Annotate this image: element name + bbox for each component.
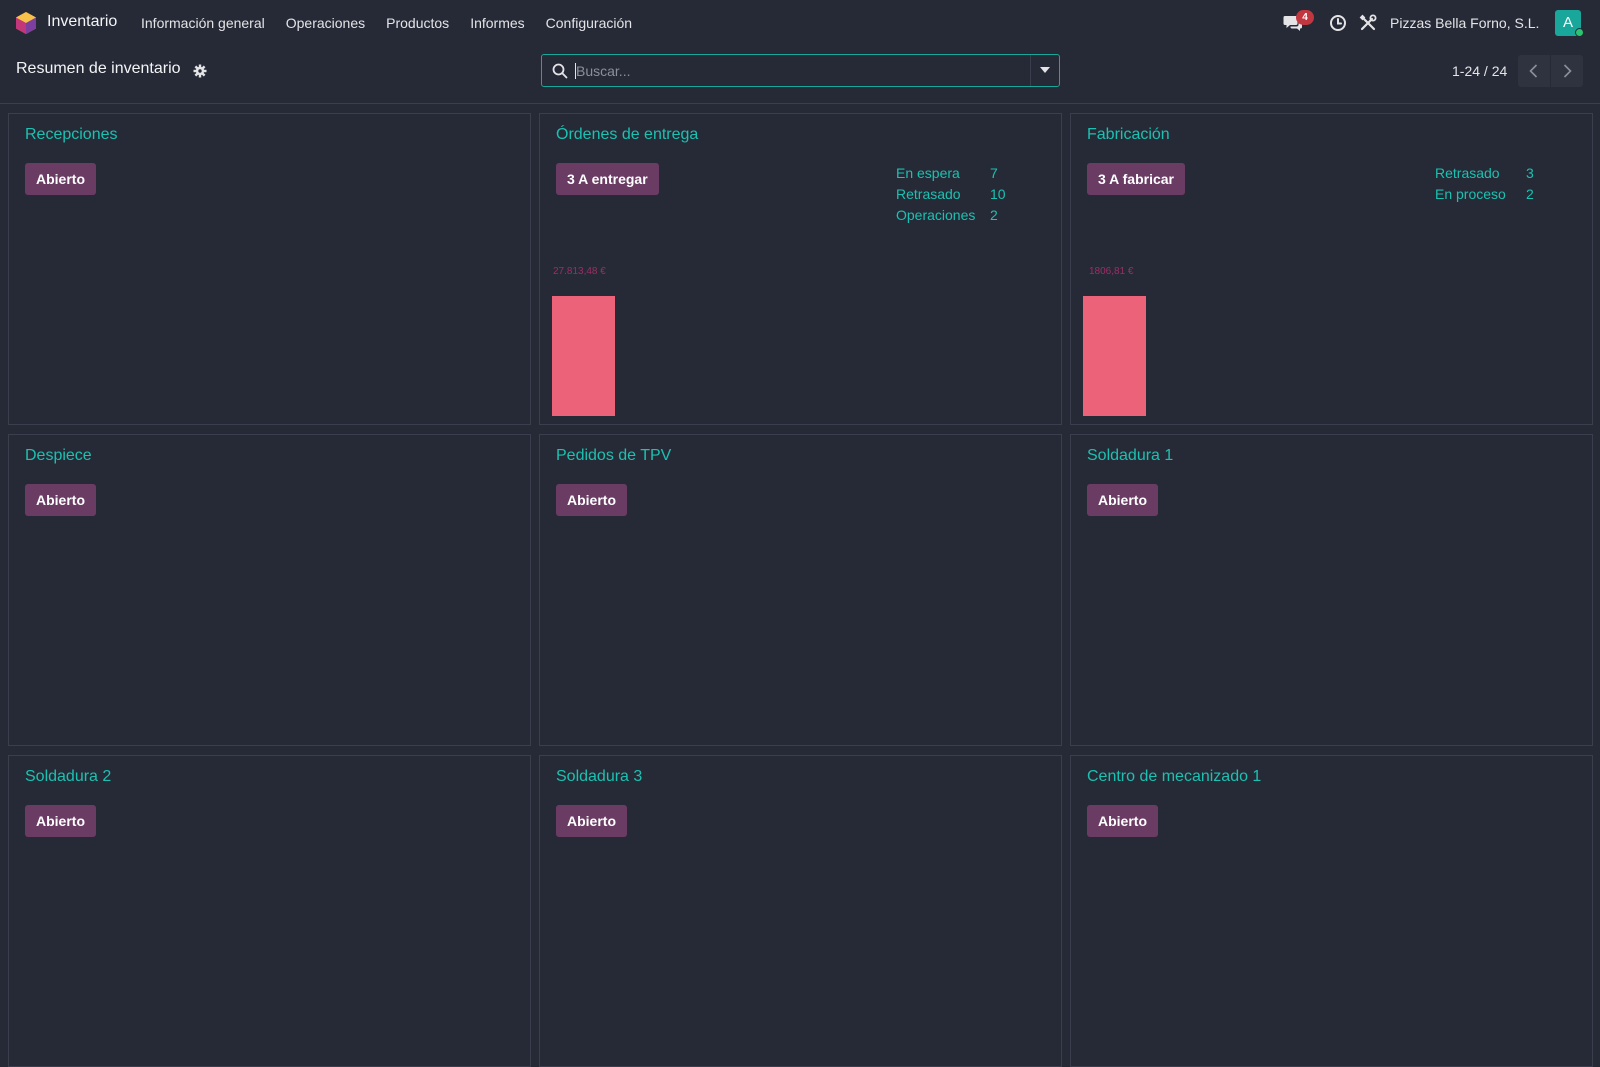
stat-label: En proceso xyxy=(1435,186,1506,202)
text-cursor xyxy=(575,63,576,79)
menu-item-reports[interactable]: Informes xyxy=(470,15,524,31)
tools-icon[interactable] xyxy=(1359,14,1377,32)
card-title[interactable]: Soldadura 2 xyxy=(25,768,111,786)
stat-label: Operaciones xyxy=(896,207,976,223)
card-stats: Retrasado 3 En proceso 2 xyxy=(1435,165,1534,207)
card-title[interactable]: Soldadura 3 xyxy=(556,768,642,786)
card-title[interactable]: Fabricación xyxy=(1087,126,1170,144)
page-title: Resumen de inventario xyxy=(16,60,181,77)
pager-previous-button[interactable] xyxy=(1518,55,1550,87)
open-button[interactable]: Abierto xyxy=(25,484,96,516)
stat-value: 10 xyxy=(990,186,1006,202)
open-button[interactable]: Abierto xyxy=(25,805,96,837)
kanban-card-manufacturing: Fabricación 3 A fabricar Retrasado 3 En … xyxy=(1070,113,1593,425)
stat-value: 7 xyxy=(990,165,998,181)
card-stats: En espera 7 Retrasado 10 Operaciones 2 xyxy=(896,165,1006,228)
open-button[interactable]: Abierto xyxy=(25,163,96,195)
top-navbar: Inventario Información general Operacion… xyxy=(0,0,1600,46)
gear-icon[interactable] xyxy=(193,64,207,78)
caret-down-icon xyxy=(1040,67,1050,73)
kanban-card-welding-1: Soldadura 1 Abierto xyxy=(1070,434,1593,746)
stat-value: 2 xyxy=(1526,186,1534,202)
kanban-card-machining-center-1: Centro de mecanizado 1 Abierto xyxy=(1070,755,1593,1067)
app-name[interactable]: Inventario xyxy=(47,13,117,31)
open-button[interactable]: Abierto xyxy=(556,484,627,516)
graph-bar[interactable] xyxy=(1083,296,1146,416)
kanban-card-welding-2: Soldadura 2 Abierto xyxy=(8,755,531,1067)
card-title[interactable]: Órdenes de entrega xyxy=(556,126,698,144)
open-button[interactable]: Abierto xyxy=(1087,484,1158,516)
menu-item-operations[interactable]: Operaciones xyxy=(286,15,365,31)
stat-label: Retrasado xyxy=(1435,165,1500,181)
online-status-dot xyxy=(1575,28,1584,37)
card-graph: 1806,81 € xyxy=(1083,266,1383,416)
kanban-card-welding-3: Soldadura 3 Abierto xyxy=(539,755,1062,1067)
kanban-card-unbuild: Despiece Abierto xyxy=(8,434,531,746)
search-options-toggle[interactable] xyxy=(1030,55,1059,86)
bar-value-label: 1806,81 € xyxy=(1089,266,1134,277)
card-title[interactable]: Recepciones xyxy=(25,126,118,144)
stat-row-operations[interactable]: Operaciones 2 xyxy=(896,207,1006,228)
card-title[interactable]: Despiece xyxy=(25,447,92,465)
stat-label: Retrasado xyxy=(896,186,961,202)
kanban-card-pos-orders: Pedidos de TPV Abierto xyxy=(539,434,1062,746)
kanban-card-receipts: Recepciones Abierto xyxy=(8,113,531,425)
chat-badge: 4 xyxy=(1296,10,1314,25)
search-icon xyxy=(552,63,568,79)
search-input[interactable] xyxy=(576,55,1016,86)
graph-bar[interactable] xyxy=(552,296,615,416)
operation-types-kanban: Recepciones Abierto Órdenes de entrega 3… xyxy=(8,113,1593,1067)
card-title[interactable]: Soldadura 1 xyxy=(1087,447,1173,465)
bar-value-label: 27.813,48 € xyxy=(553,266,606,277)
clock-icon[interactable] xyxy=(1329,14,1347,32)
open-button[interactable]: Abierto xyxy=(556,805,627,837)
card-title[interactable]: Centro de mecanizado 1 xyxy=(1087,768,1261,786)
kanban-card-delivery-orders: Órdenes de entrega 3 A entregar En esper… xyxy=(539,113,1062,425)
chevron-right-icon xyxy=(1563,64,1572,78)
stat-row-in-progress[interactable]: En proceso 2 xyxy=(1435,186,1534,207)
company-switcher[interactable]: Pizzas Bella Forno, S.L. xyxy=(1390,15,1539,31)
card-graph: 27.813,48 € xyxy=(552,266,852,416)
stat-row-late[interactable]: Retrasado 10 xyxy=(896,186,1006,207)
search-bar xyxy=(541,54,1060,87)
card-title[interactable]: Pedidos de TPV xyxy=(556,447,671,465)
menu-item-configuration[interactable]: Configuración xyxy=(546,15,632,31)
menu-item-overview[interactable]: Información general xyxy=(141,15,265,31)
stat-value: 3 xyxy=(1526,165,1534,181)
menu-item-products[interactable]: Productos xyxy=(386,15,449,31)
stat-row-late[interactable]: Retrasado 3 xyxy=(1435,165,1534,186)
inventory-app-icon[interactable] xyxy=(16,12,36,34)
stat-label: En espera xyxy=(896,165,960,181)
stat-value: 2 xyxy=(990,207,998,223)
to-manufacture-button[interactable]: 3 A fabricar xyxy=(1087,163,1185,195)
chevron-left-icon xyxy=(1529,64,1538,78)
main-menu: Información general Operaciones Producto… xyxy=(141,15,653,31)
pager-value[interactable]: 1-24 / 24 xyxy=(1452,63,1507,79)
stat-row-waiting[interactable]: En espera 7 xyxy=(896,165,1006,186)
to-deliver-button[interactable]: 3 A entregar xyxy=(556,163,659,195)
pager-next-button[interactable] xyxy=(1551,55,1583,87)
open-button[interactable]: Abierto xyxy=(1087,805,1158,837)
